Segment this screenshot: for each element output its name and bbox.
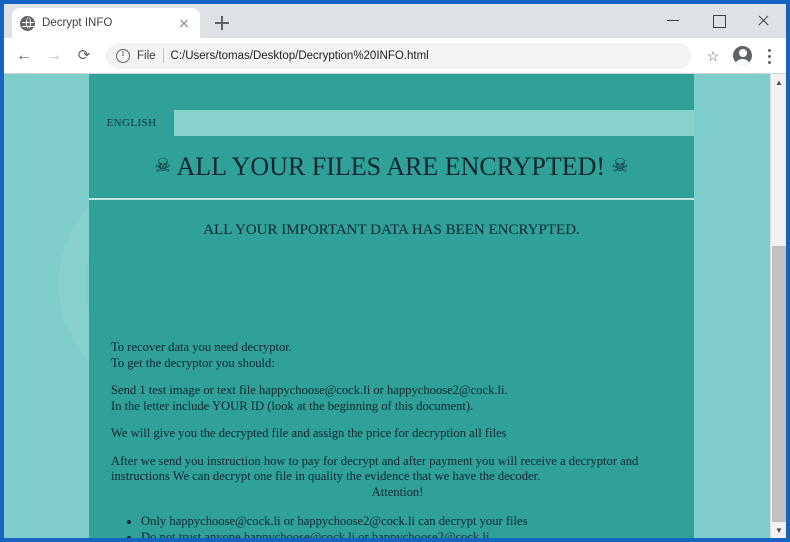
new-tab-button[interactable] xyxy=(208,9,236,37)
globe-icon xyxy=(20,15,35,31)
scroll-down-arrow-icon[interactable]: ▼ xyxy=(771,522,786,538)
scrollbar-thumb[interactable] xyxy=(772,246,786,522)
send-line-1: Send 1 test image or text file happychoo… xyxy=(111,383,508,397)
info-icon[interactable] xyxy=(116,48,130,63)
url-text: C:/Users/tomas/Desktop/Decryption%20INFO… xyxy=(170,49,429,62)
send-paragraph: Send 1 test image or text file happychoo… xyxy=(111,383,684,414)
window-close-button[interactable] xyxy=(741,4,786,36)
page-title-text: ALL YOUR FILES ARE ENCRYPTED! xyxy=(176,152,606,181)
bookmark-button[interactable]: ☆ xyxy=(699,42,727,70)
page-content-column: ENGLISH ☠ ALL YOUR FILES ARE ENCRYPTED! … xyxy=(89,74,694,538)
page-title: ☠ ALL YOUR FILES ARE ENCRYPTED! ☠ xyxy=(154,152,628,182)
recover-line-1: To recover data you need decryptor. xyxy=(111,340,292,354)
send-line-2: In the letter include YOUR ID (look at t… xyxy=(111,398,474,413)
minimize-button[interactable] xyxy=(651,4,696,36)
price-line: We will give you the decrypted file and … xyxy=(111,426,507,440)
skull-icon-left: ☠ xyxy=(154,156,172,177)
scroll-up-arrow-icon[interactable]: ▲ xyxy=(771,74,786,90)
forward-button[interactable]: → xyxy=(40,42,68,70)
recover-line-2: To get the decryptor you should: xyxy=(111,355,275,370)
address-bar[interactable]: File C:/Users/tomas/Desktop/Decryption%2… xyxy=(106,42,691,69)
after-line-1: After we send you instruction how to pay… xyxy=(111,453,639,468)
price-paragraph: We will give you the decrypted file and … xyxy=(111,426,684,442)
language-tab-bar: ENGLISH xyxy=(89,110,694,136)
page-viewport: ENGLISH ☠ ALL YOUR FILES ARE ENCRYPTED! … xyxy=(4,74,786,538)
ransom-note-body: To recover data you need decryptor. To g… xyxy=(111,340,684,538)
tab-english-label: ENGLISH xyxy=(106,117,157,129)
forward-icon: → xyxy=(46,46,62,64)
browser-tab-decrypt-info[interactable]: Decrypt INFO xyxy=(12,8,200,38)
profile-avatar[interactable] xyxy=(733,46,752,65)
maximize-button[interactable] xyxy=(696,4,741,36)
star-icon: ☆ xyxy=(706,47,720,64)
page-subtitle: ALL YOUR IMPORTANT DATA HAS BEEN ENCRYPT… xyxy=(203,222,580,238)
list-item: Only happychoose@cock.li or happychoose2… xyxy=(141,514,684,529)
reload-icon: ⟳ xyxy=(77,46,91,64)
close-icon[interactable] xyxy=(176,15,192,31)
page-title-band: ☠ ALL YOUR FILES ARE ENCRYPTED! ☠ xyxy=(89,136,694,200)
after-paragraph: After we send you instruction how to pay… xyxy=(111,454,684,485)
ransom-note-panel: ALL YOUR IMPORTANT DATA HAS BEEN ENCRYPT… xyxy=(89,200,694,538)
tab-strip: Decrypt INFO xyxy=(4,4,786,38)
list-item: Do not trust anyone happychoose@cock.li … xyxy=(141,530,684,538)
attention-line: Attention! xyxy=(371,484,424,499)
tab-title: Decrypt INFO xyxy=(42,17,113,29)
browser-toolbar: ← → ⟳ File C:/Users/tomas/Desktop/Decryp… xyxy=(4,38,786,74)
security-label: File xyxy=(137,49,156,62)
menu-button[interactable] xyxy=(758,42,780,70)
header-band xyxy=(89,74,694,110)
back-button[interactable]: ← xyxy=(10,42,38,70)
browser-window: Decrypt INFO ← → ⟳ File C:/Users/tomas/D… xyxy=(4,4,786,538)
reload-button[interactable]: ⟳ xyxy=(70,42,98,70)
divider xyxy=(162,48,164,63)
warning-list: Only happychoose@cock.li or happychoose2… xyxy=(141,514,684,538)
back-icon: ← xyxy=(16,46,32,64)
tab-english[interactable]: ENGLISH xyxy=(89,110,174,136)
skull-icon-right: ☠ xyxy=(611,156,629,177)
window-controls xyxy=(651,4,786,36)
recover-paragraph: To recover data you need decryptor. To g… xyxy=(111,340,684,371)
after-line-2: instructions We can decrypt one file in … xyxy=(111,469,541,483)
vertical-scrollbar[interactable]: ▲ ▼ xyxy=(770,74,786,538)
